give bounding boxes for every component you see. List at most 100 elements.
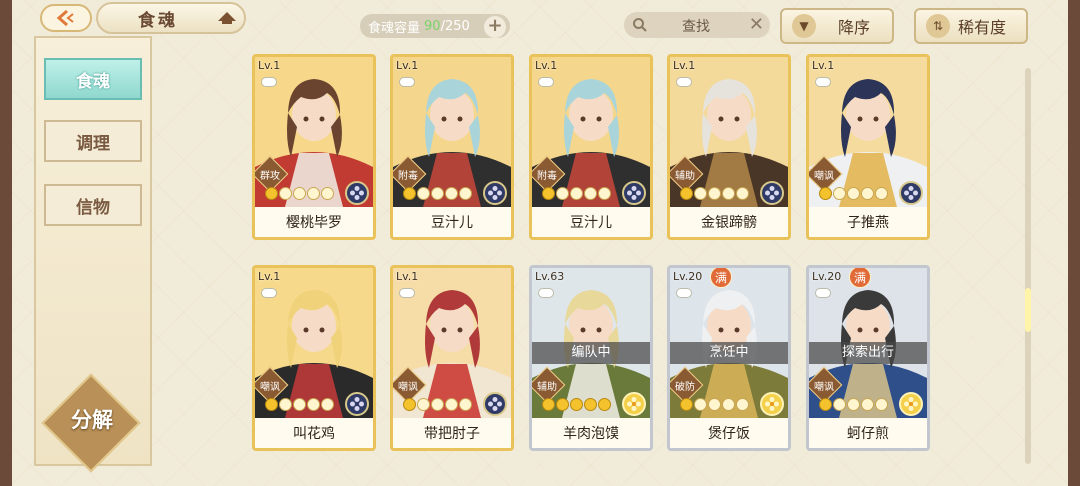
- star-icon: [417, 187, 430, 200]
- character-name: 樱桃毕罗: [255, 207, 373, 237]
- left-frame-edge: [0, 0, 12, 486]
- character-card[interactable]: Lv.1 嘲讽 带把肘子: [390, 265, 514, 451]
- star-icon: [833, 187, 846, 200]
- search-icon: [633, 18, 647, 32]
- star-icon: [293, 187, 306, 200]
- star-icon: [736, 187, 749, 200]
- level-pill-icon: [538, 77, 554, 87]
- sort-order-label: 降序: [838, 18, 871, 37]
- element-flower-icon: [899, 181, 923, 205]
- sidebar-item-token[interactable]: 信物: [44, 184, 142, 226]
- sort-by-button[interactable]: ⇅ 稀有度: [914, 8, 1028, 44]
- star-icon: [584, 187, 597, 200]
- star-icon: [279, 398, 292, 411]
- character-card[interactable]: Lv.1 群攻 樱桃毕罗: [252, 54, 376, 240]
- level-pill-icon: [261, 77, 277, 87]
- star-icon: [680, 398, 693, 411]
- role-label: 附毒: [398, 171, 418, 182]
- role-label: 嘲讽: [814, 171, 834, 182]
- status-banner: 烹饪中: [670, 342, 788, 364]
- star-icon: [875, 398, 888, 411]
- character-name: 叫花鸡: [255, 418, 373, 448]
- star-icon: [598, 187, 611, 200]
- character-card[interactable]: Lv.1 附毒 豆汁儿: [529, 54, 653, 240]
- star-icon: [847, 398, 860, 411]
- full-badge: 满: [849, 268, 871, 288]
- back-button[interactable]: [40, 4, 92, 32]
- back-arrow-icon: [56, 9, 74, 27]
- capacity-current: 90: [424, 18, 441, 34]
- star-icon: [722, 187, 735, 200]
- star-icon: [445, 187, 458, 200]
- star-icon: [598, 398, 611, 411]
- character-name: 豆汁儿: [532, 207, 650, 237]
- sidebar-item-cook[interactable]: 调理: [44, 120, 142, 162]
- star-rating: [403, 187, 472, 200]
- element-flower-icon: [622, 181, 646, 205]
- sort-by-label: 稀有度: [958, 18, 1007, 37]
- level-label: Lv.20: [673, 270, 703, 283]
- level-label: Lv.1: [673, 59, 696, 72]
- star-rating: [542, 398, 611, 411]
- sort-order-button[interactable]: ▼ 降序: [780, 8, 894, 44]
- level-pill-icon: [815, 288, 831, 298]
- star-icon: [459, 398, 472, 411]
- character-card[interactable]: Lv.63 辅助 羊肉泡馍 编队中: [529, 265, 653, 451]
- role-label: 辅助: [675, 171, 695, 182]
- star-rating: [819, 187, 888, 200]
- character-card[interactable]: Lv.1 嘲讽 叫花鸡: [252, 265, 376, 451]
- character-card[interactable]: Lv.1 辅助 金银蹄髈: [667, 54, 791, 240]
- character-card[interactable]: Lv.20 破防 煲仔饭 烹饪中 满: [667, 265, 791, 451]
- level-label: Lv.1: [812, 59, 835, 72]
- full-badge: 满: [710, 268, 732, 288]
- star-icon: [265, 187, 278, 200]
- star-icon: [722, 398, 735, 411]
- character-name: 蚵仔煎: [809, 418, 927, 448]
- star-icon: [833, 398, 846, 411]
- character-name: 带把肘子: [393, 418, 511, 448]
- star-icon: [584, 398, 597, 411]
- star-rating: [542, 187, 611, 200]
- role-label: 群攻: [260, 171, 280, 182]
- sidebar-item-soul[interactable]: 食魂: [44, 58, 142, 100]
- character-card[interactable]: Lv.1 嘲讽 子推燕: [806, 54, 930, 240]
- capacity-add-button[interactable]: +: [484, 16, 506, 38]
- star-rating: [680, 187, 749, 200]
- element-flower-icon: [760, 392, 784, 416]
- character-name: 豆汁儿: [393, 207, 511, 237]
- star-icon: [861, 187, 874, 200]
- star-icon: [265, 398, 278, 411]
- scrollbar-track[interactable]: [1025, 68, 1031, 464]
- star-icon: [417, 398, 430, 411]
- star-icon: [542, 187, 555, 200]
- level-label: Lv.1: [396, 59, 419, 72]
- character-card[interactable]: Lv.20 嘲讽 蚵仔煎 探索出行 满: [806, 265, 930, 451]
- element-flower-icon: [483, 181, 507, 205]
- status-banner: 探索出行: [809, 342, 927, 364]
- element-flower-icon: [345, 181, 369, 205]
- star-icon: [570, 398, 583, 411]
- level-label: Lv.63: [535, 270, 565, 283]
- star-icon: [445, 398, 458, 411]
- star-icon: [694, 187, 707, 200]
- element-flower-icon: [899, 392, 923, 416]
- search-input[interactable]: 查找 ✕: [624, 12, 770, 38]
- level-pill-icon: [399, 77, 415, 87]
- level-label: Lv.1: [258, 270, 281, 283]
- role-label: 附毒: [537, 171, 557, 182]
- star-icon: [307, 398, 320, 411]
- star-icon: [708, 398, 721, 411]
- page-title: 食魂: [138, 11, 178, 31]
- role-label: 破防: [675, 382, 695, 393]
- level-label: Lv.1: [396, 270, 419, 283]
- search-clear-icon[interactable]: ✕: [749, 14, 764, 35]
- star-icon: [680, 187, 693, 200]
- star-rating: [265, 187, 334, 200]
- level-label: Lv.1: [535, 59, 558, 72]
- level-pill-icon: [676, 77, 692, 87]
- star-icon: [556, 187, 569, 200]
- star-icon: [875, 187, 888, 200]
- scrollbar-thumb[interactable]: [1025, 288, 1031, 332]
- star-icon: [321, 187, 334, 200]
- character-card[interactable]: Lv.1 附毒 豆汁儿: [390, 54, 514, 240]
